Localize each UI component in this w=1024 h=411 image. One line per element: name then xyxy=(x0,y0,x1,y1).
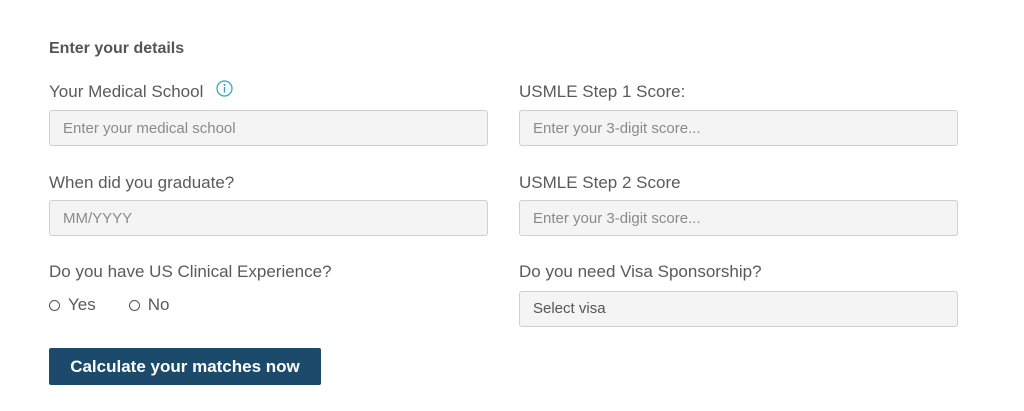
radio-yes-label: Yes xyxy=(68,295,96,314)
clinical-experience-no-option[interactable]: No xyxy=(128,295,170,315)
clinical-experience-label: Do you have US Clinical Experience? xyxy=(49,262,332,281)
visa-label: Do you need Visa Sponsorship? xyxy=(519,262,762,281)
details-form: Enter your details Your Medical School W… xyxy=(0,0,1024,411)
radio-no[interactable] xyxy=(128,299,140,311)
clinical-experience-radio-group: Yes No xyxy=(49,295,202,315)
radio-yes[interactable] xyxy=(49,299,60,311)
info-circle-icon[interactable] xyxy=(216,80,233,102)
graduation-date-input[interactable] xyxy=(49,200,488,236)
step1-label: USMLE Step 1 Score: xyxy=(519,82,686,101)
step2-label: USMLE Step 2 Score xyxy=(519,173,681,192)
medical-school-label-text: Your Medical School xyxy=(49,82,204,101)
medical-school-label: Your Medical School xyxy=(49,80,233,102)
step2-score-input[interactable] xyxy=(519,200,958,236)
section-title: Enter your details xyxy=(49,40,185,57)
step1-score-input[interactable] xyxy=(519,110,958,146)
medical-school-input[interactable] xyxy=(49,110,488,146)
calculate-matches-button[interactable]: Calculate your matches now xyxy=(49,348,321,385)
radio-no-label: No xyxy=(147,295,170,314)
clinical-experience-yes-option[interactable]: Yes xyxy=(49,295,96,315)
graduation-label: When did you graduate? xyxy=(49,173,235,192)
visa-select[interactable]: Select visa xyxy=(519,291,958,327)
